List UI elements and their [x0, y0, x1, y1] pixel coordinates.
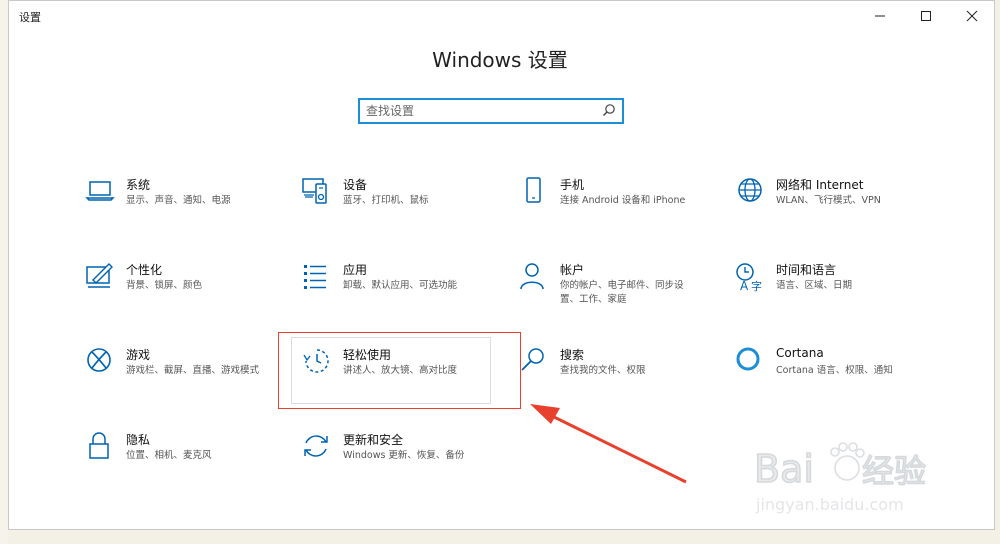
svg-text:Bai: Bai — [754, 447, 814, 491]
svg-text:jingyan.baidu.com: jingyan.baidu.com — [755, 495, 904, 514]
baidu-watermark-logo: Bai 经验 jingyan.baidu.com — [753, 442, 927, 514]
svg-text:经验: 经验 — [862, 452, 926, 490]
